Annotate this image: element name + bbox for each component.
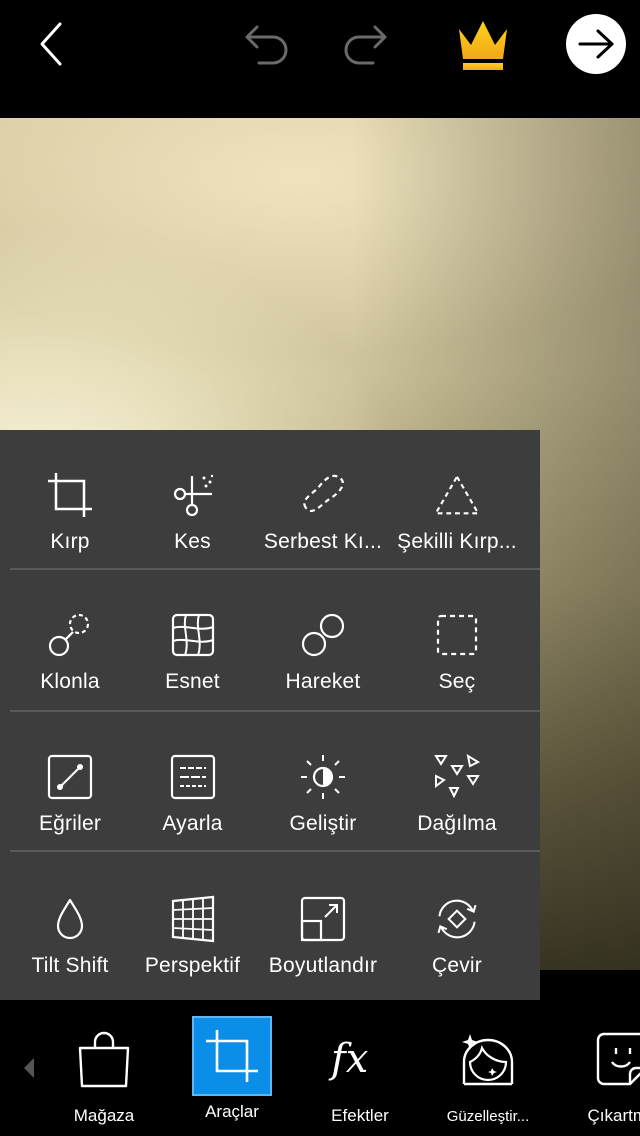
tool-label: Serbest Kı...: [263, 530, 383, 553]
nav-label: Mağaza: [73, 1106, 135, 1125]
tool-label: Ayarla: [162, 812, 223, 835]
arrow-right-icon: [578, 29, 614, 59]
nav-label: Araçlar: [205, 1102, 259, 1121]
back-button[interactable]: [22, 14, 82, 74]
tool-label: Dağılma: [417, 812, 497, 835]
undo-button[interactable]: [232, 16, 296, 74]
premium-button[interactable]: [448, 10, 518, 78]
tool-label: Perspektif: [144, 954, 241, 977]
svg-text:fx: fx: [328, 1036, 368, 1082]
tool-crop[interactable]: Kırp: [0, 430, 140, 570]
rotate-icon: [437, 899, 477, 939]
tool-label: Tilt Shift: [31, 954, 109, 977]
scissors-icon: [173, 474, 213, 517]
redo-icon: [344, 25, 387, 65]
tool-label: Eğriler: [38, 812, 102, 835]
resize-icon: [300, 896, 346, 942]
stretch-icon: [171, 613, 214, 657]
tool-adjust[interactable]: Ayarla: [125, 712, 260, 852]
tool-dispersion[interactable]: Dağılma: [388, 712, 526, 852]
tool-label: Esnet: [165, 670, 220, 693]
tool-perspective[interactable]: Perspektif: [125, 854, 260, 994]
perspective-icon: [171, 895, 214, 943]
tool-label: Boyutlandır: [268, 954, 378, 977]
nav-item-tools[interactable]: Araçlar: [182, 1000, 282, 1136]
tool-label: Kırp: [50, 530, 90, 553]
redo-button[interactable]: [336, 16, 400, 74]
sticker-icon: [596, 1032, 640, 1086]
tool-label: Çevir: [431, 954, 482, 977]
nav-item-sticker[interactable]: Çıkartma: [572, 1000, 640, 1136]
nav-item-beautify[interactable]: Güzelleştir...: [434, 1000, 542, 1136]
tool-stretch[interactable]: Esnet: [125, 570, 260, 710]
tool-clone[interactable]: Klonla: [0, 570, 140, 710]
bottom-nav: Mağaza Araçlar fx Efektler Güzelleştir..…: [0, 1000, 640, 1136]
next-button[interactable]: [566, 14, 626, 74]
tool-label: Şekilli Kırp...: [397, 530, 517, 553]
face-beautify-icon: [462, 1034, 514, 1086]
crown-icon: [459, 21, 507, 70]
tool-resize[interactable]: Boyutlandır: [258, 854, 388, 994]
chevron-left-icon: [40, 22, 62, 66]
undo-icon: [245, 25, 288, 65]
tool-label: Klonla: [40, 670, 100, 693]
nav-label: Güzelleştir...: [446, 1108, 530, 1125]
tilt-shift-icon: [56, 898, 84, 940]
tool-select[interactable]: Seç: [388, 570, 526, 710]
tool-shape-crop[interactable]: Şekilli Kırp...: [388, 430, 526, 570]
tool-label: Hareket: [285, 670, 361, 693]
shape-crop-icon: [434, 475, 480, 515]
nav-item-store[interactable]: Mağaza: [56, 1000, 152, 1136]
crop-icon: [48, 473, 92, 517]
tools-row: Kırp Kes Serbest Kı... Şekilli Kırp...: [0, 430, 540, 570]
tool-free-crop[interactable]: Serbest Kı...: [258, 430, 388, 570]
scroll-left-arrow-icon[interactable]: [24, 1058, 34, 1078]
clone-icon: [48, 613, 90, 657]
tool-rotate[interactable]: Çevir: [388, 854, 526, 994]
fx-icon: fx: [328, 1036, 368, 1082]
tool-motion[interactable]: Hareket: [258, 570, 388, 710]
tool-curves[interactable]: Eğriler: [0, 712, 140, 852]
adjust-icon: [170, 754, 215, 800]
divider: [10, 850, 540, 852]
tool-enhance[interactable]: Geliştir: [258, 712, 388, 852]
tools-panel: Kırp Kes Serbest Kı... Şekilli Kırp... K…: [0, 430, 540, 1000]
tool-tilt-shift[interactable]: Tilt Shift: [0, 854, 140, 994]
free-crop-icon: [303, 474, 344, 513]
tools-row: Tilt Shift Perspektif Boyutlandır Çevir: [0, 854, 540, 994]
tool-label: Geliştir: [289, 812, 357, 835]
nav-label: Efektler: [331, 1106, 389, 1125]
shopping-bag-icon: [78, 1031, 130, 1088]
select-icon: [436, 614, 478, 656]
enhance-icon: [301, 755, 345, 799]
dispersion-icon: [434, 753, 481, 799]
tools-row: Klonla Esnet Hareket Seç: [0, 570, 540, 710]
motion-icon: [301, 613, 345, 657]
curves-icon: [47, 754, 93, 800]
tool-label: Kes: [174, 530, 211, 553]
crop-icon: [206, 1030, 258, 1082]
tool-cut[interactable]: Kes: [125, 430, 260, 570]
nav-item-effects[interactable]: fx Efektler: [312, 1000, 408, 1136]
tool-label: Seç: [438, 670, 476, 693]
nav-label: Çıkartma: [587, 1106, 640, 1125]
tools-row: Eğriler Ayarla Geliştir Dağılma: [0, 712, 540, 852]
top-toolbar: [0, 0, 640, 118]
